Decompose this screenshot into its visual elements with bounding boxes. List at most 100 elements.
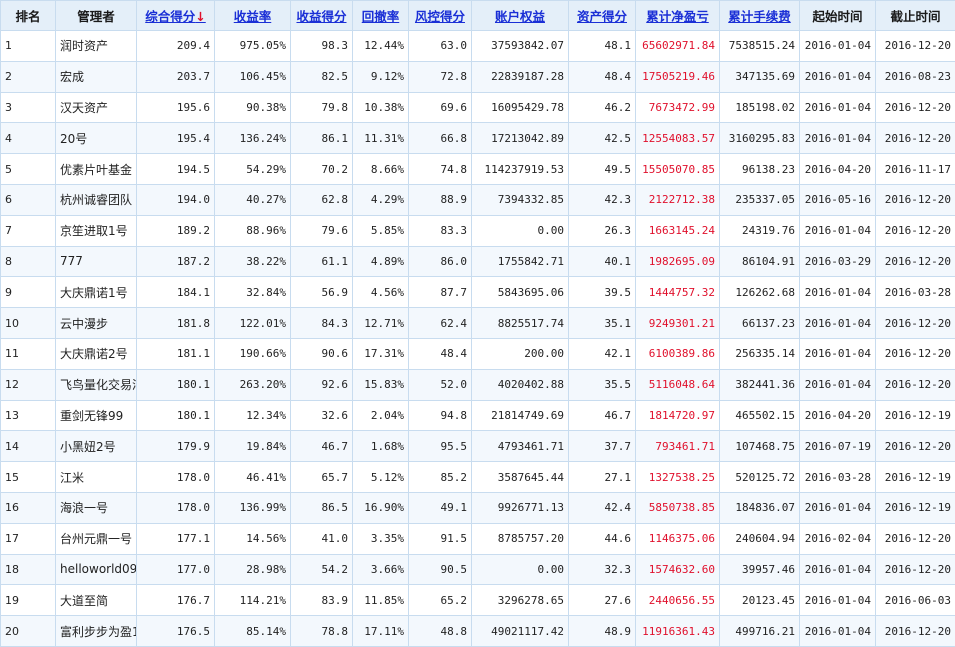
cell-drawdown: 15.83% xyxy=(353,369,409,400)
cell-start: 2016-01-04 xyxy=(800,92,876,123)
cell-return-rate: 975.05% xyxy=(215,31,291,62)
cell-cum-fee: 465502.15 xyxy=(720,400,800,431)
table-row: 7京笙进取1号189.288.96%79.65.85%83.30.0026.31… xyxy=(1,215,955,246)
cell-rank: 13 xyxy=(1,400,56,431)
cell-equity: 9926771.13 xyxy=(472,492,569,523)
header-total-score-label: 综合得分 xyxy=(145,9,195,24)
cell-risk-score: 49.1 xyxy=(409,492,472,523)
cell-rank: 9 xyxy=(1,277,56,308)
cell-equity: 3587645.44 xyxy=(472,462,569,493)
cell-end: 2016-12-20 xyxy=(876,338,955,369)
table-row: 8777187.238.22%61.14.89%86.01755842.7140… xyxy=(1,246,955,277)
cell-asset-score: 46.2 xyxy=(569,92,636,123)
cell-end: 2016-12-19 xyxy=(876,492,955,523)
cell-start: 2016-03-29 xyxy=(800,246,876,277)
cell-drawdown: 3.66% xyxy=(353,554,409,585)
cell-return-score: 86.5 xyxy=(291,492,353,523)
cell-drawdown: 4.89% xyxy=(353,246,409,277)
cell-start: 2016-01-04 xyxy=(800,215,876,246)
cell-cum-pnl: 1327538.25 xyxy=(636,462,720,493)
cell-total-score: 189.2 xyxy=(137,215,215,246)
cell-manager: 飞鸟量化交易洋 xyxy=(56,369,137,400)
table-row: 14小黑妞2号179.919.84%46.71.68%95.54793461.7… xyxy=(1,431,955,462)
cell-drawdown: 9.12% xyxy=(353,61,409,92)
cell-total-score: 184.1 xyxy=(137,277,215,308)
cell-rank: 4 xyxy=(1,123,56,154)
cell-return-score: 56.9 xyxy=(291,277,353,308)
header-asset-score[interactable]: 资产得分 xyxy=(569,1,636,31)
cell-total-score: 180.1 xyxy=(137,369,215,400)
cell-end: 2016-08-23 xyxy=(876,61,955,92)
cell-drawdown: 1.68% xyxy=(353,431,409,462)
sort-desc-arrow-icon: ↓ xyxy=(195,9,205,24)
cell-cum-fee: 126262.68 xyxy=(720,277,800,308)
cell-cum-fee: 256335.14 xyxy=(720,338,800,369)
cell-rank: 10 xyxy=(1,308,56,339)
cell-asset-score: 48.9 xyxy=(569,616,636,647)
cell-return-rate: 136.24% xyxy=(215,123,291,154)
cell-drawdown: 10.38% xyxy=(353,92,409,123)
cell-total-score: 177.1 xyxy=(137,523,215,554)
cell-total-score: 203.7 xyxy=(137,61,215,92)
cell-return-score: 41.0 xyxy=(291,523,353,554)
cell-end: 2016-03-28 xyxy=(876,277,955,308)
cell-total-score: 195.6 xyxy=(137,92,215,123)
cell-equity: 7394332.85 xyxy=(472,184,569,215)
cell-end: 2016-12-20 xyxy=(876,215,955,246)
header-equity[interactable]: 账户权益 xyxy=(472,1,569,31)
cell-cum-pnl: 7673472.99 xyxy=(636,92,720,123)
cell-start: 2016-01-04 xyxy=(800,61,876,92)
cell-return-rate: 88.96% xyxy=(215,215,291,246)
cell-return-score: 54.2 xyxy=(291,554,353,585)
cell-start: 2016-04-20 xyxy=(800,400,876,431)
cell-manager: 江米 xyxy=(56,462,137,493)
cell-cum-fee: 20123.45 xyxy=(720,585,800,616)
cell-return-score: 32.6 xyxy=(291,400,353,431)
cell-return-rate: 190.66% xyxy=(215,338,291,369)
cell-asset-score: 39.5 xyxy=(569,277,636,308)
cell-return-score: 62.8 xyxy=(291,184,353,215)
cell-rank: 3 xyxy=(1,92,56,123)
cell-drawdown: 4.29% xyxy=(353,184,409,215)
header-risk-score[interactable]: 风控得分 xyxy=(409,1,472,31)
cell-total-score: 179.9 xyxy=(137,431,215,462)
header-start: 起始时间 xyxy=(800,1,876,31)
cell-cum-fee: 185198.02 xyxy=(720,92,800,123)
cell-rank: 5 xyxy=(1,154,56,185)
cell-drawdown: 12.71% xyxy=(353,308,409,339)
cell-equity: 5843695.06 xyxy=(472,277,569,308)
cell-cum-pnl: 1146375.06 xyxy=(636,523,720,554)
table-row: 3汉天资产195.690.38%79.810.38%69.616095429.7… xyxy=(1,92,955,123)
header-rank: 排名 xyxy=(1,1,56,31)
cell-return-rate: 28.98% xyxy=(215,554,291,585)
cell-equity: 8825517.74 xyxy=(472,308,569,339)
cell-start: 2016-04-20 xyxy=(800,154,876,185)
header-cum-fee[interactable]: 累计手续费 xyxy=(720,1,800,31)
cell-drawdown: 5.85% xyxy=(353,215,409,246)
cell-start: 2016-01-04 xyxy=(800,585,876,616)
header-total-score[interactable]: 综合得分↓ xyxy=(137,1,215,31)
header-return-score[interactable]: 收益得分 xyxy=(291,1,353,31)
header-cum-pnl[interactable]: 累计净盈亏 xyxy=(636,1,720,31)
cell-end: 2016-12-20 xyxy=(876,31,955,62)
cell-asset-score: 42.3 xyxy=(569,184,636,215)
cell-manager: 海浪一号 xyxy=(56,492,137,523)
cell-equity: 37593842.07 xyxy=(472,31,569,62)
cell-cum-fee: 520125.72 xyxy=(720,462,800,493)
cell-return-rate: 114.21% xyxy=(215,585,291,616)
cell-total-score: 177.0 xyxy=(137,554,215,585)
cell-asset-score: 37.7 xyxy=(569,431,636,462)
header-drawdown[interactable]: 回撤率 xyxy=(353,1,409,31)
table-row: 9大庆鼎诺1号184.132.84%56.94.56%87.75843695.0… xyxy=(1,277,955,308)
header-return-rate[interactable]: 收益率 xyxy=(215,1,291,31)
cell-cum-pnl: 1982695.09 xyxy=(636,246,720,277)
cell-risk-score: 94.8 xyxy=(409,400,472,431)
cell-risk-score: 85.2 xyxy=(409,462,472,493)
cell-return-score: 83.9 xyxy=(291,585,353,616)
cell-return-score: 86.1 xyxy=(291,123,353,154)
cell-risk-score: 90.5 xyxy=(409,554,472,585)
cell-drawdown: 11.31% xyxy=(353,123,409,154)
cell-end: 2016-12-20 xyxy=(876,523,955,554)
cell-asset-score: 42.4 xyxy=(569,492,636,523)
cell-cum-pnl: 12554083.57 xyxy=(636,123,720,154)
